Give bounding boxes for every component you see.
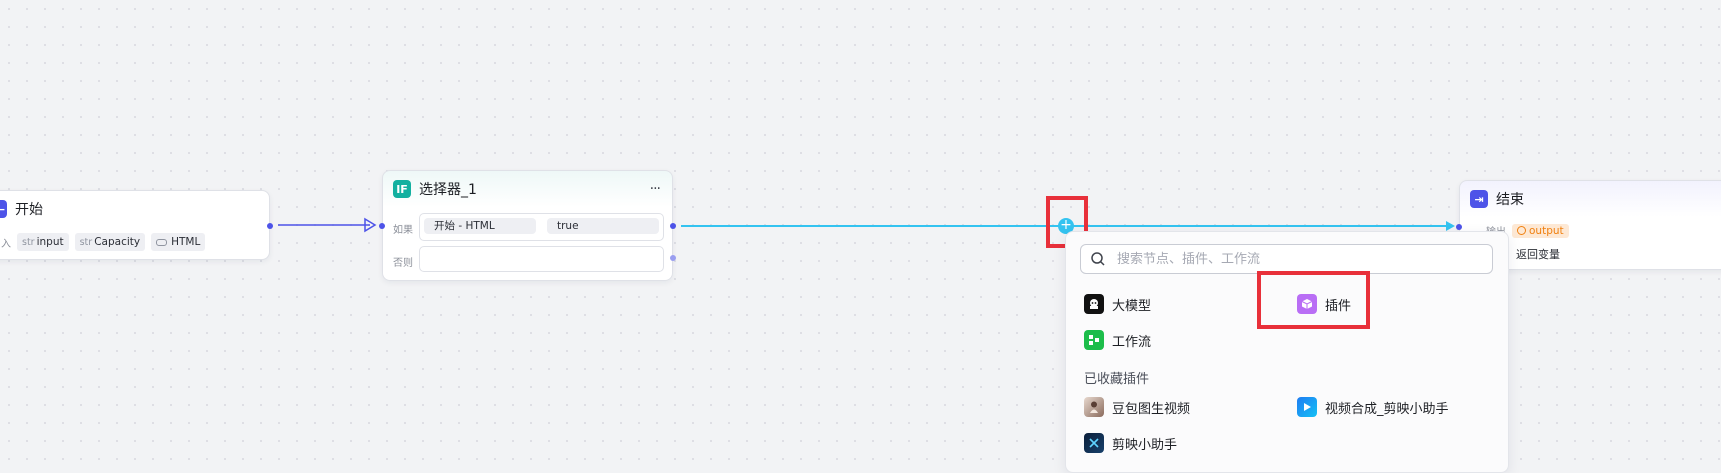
param-tag: HTML: [151, 233, 206, 251]
end-node-icon: ⇥: [1470, 190, 1488, 208]
start-output-port[interactable]: [267, 223, 273, 229]
menu-item-llm[interactable]: 大模型: [1084, 294, 1151, 314]
end-node-title: 结束: [1496, 192, 1524, 208]
condition-left-operand[interactable]: 开始 - HTML: [424, 218, 536, 234]
selector-input-port[interactable]: [379, 223, 385, 229]
selector-node[interactable]: IF 选择器_1 ··· 如果 开始 - HTML true 否则: [379, 170, 676, 281]
doubao-icon: [1084, 397, 1104, 417]
start-node-icon: −: [0, 200, 7, 218]
favorites-section-label: 已收藏插件: [1084, 372, 1150, 387]
start-node[interactable]: − 开始 入 str input str Capacity HTML: [0, 190, 273, 260]
output-tag: output: [1512, 223, 1569, 238]
favorite-doubao-video[interactable]: 豆包图生视频: [1084, 397, 1190, 417]
param-tag: str Capacity: [74, 233, 146, 251]
end-input-port[interactable]: [1456, 224, 1462, 230]
node-search-box[interactable]: [1080, 244, 1493, 274]
plugin-highlight: [1257, 271, 1370, 329]
node-search-input[interactable]: [1115, 250, 1479, 268]
favorite-jianying[interactable]: 剪映小助手: [1084, 433, 1177, 453]
menu-item-workflow[interactable]: 工作流: [1084, 330, 1151, 350]
start-input-label: 入: [1, 238, 11, 250]
more-options-button[interactable]: ···: [650, 181, 661, 197]
else-label: 否则: [393, 258, 413, 269]
video-compose-icon: [1297, 397, 1317, 417]
favorite-video-compose[interactable]: 视频合成_剪映小助手: [1297, 397, 1449, 417]
jianying-icon: [1084, 433, 1104, 453]
return-variable-label: 返回变量: [1516, 248, 1560, 261]
edge-end-arrowhead: [1446, 221, 1455, 231]
workflow-icon: [1084, 330, 1104, 350]
if-label: 如果: [393, 225, 413, 236]
selector-if-output-port[interactable]: [670, 223, 676, 229]
condition-right-operand[interactable]: true: [547, 218, 659, 234]
selector-else-output-port[interactable]: [670, 255, 676, 261]
variable-icon: [1517, 226, 1526, 235]
if-icon: IF: [393, 180, 411, 198]
if-condition-box[interactable]: 开始 - HTML true: [419, 213, 664, 241]
search-icon: [1091, 252, 1105, 266]
param-tag: str input: [17, 233, 69, 251]
start-node-title: 开始: [15, 202, 43, 218]
selector-node-title: 选择器_1: [419, 182, 477, 198]
llm-icon: [1084, 294, 1104, 314]
else-condition-box[interactable]: [419, 246, 664, 272]
add-node-panel: 大模型 插件 工作流 已收藏插件 豆包图生视频 视频合成_剪映小助手 剪映小助手: [1065, 231, 1509, 473]
toggle-icon: [156, 238, 168, 246]
